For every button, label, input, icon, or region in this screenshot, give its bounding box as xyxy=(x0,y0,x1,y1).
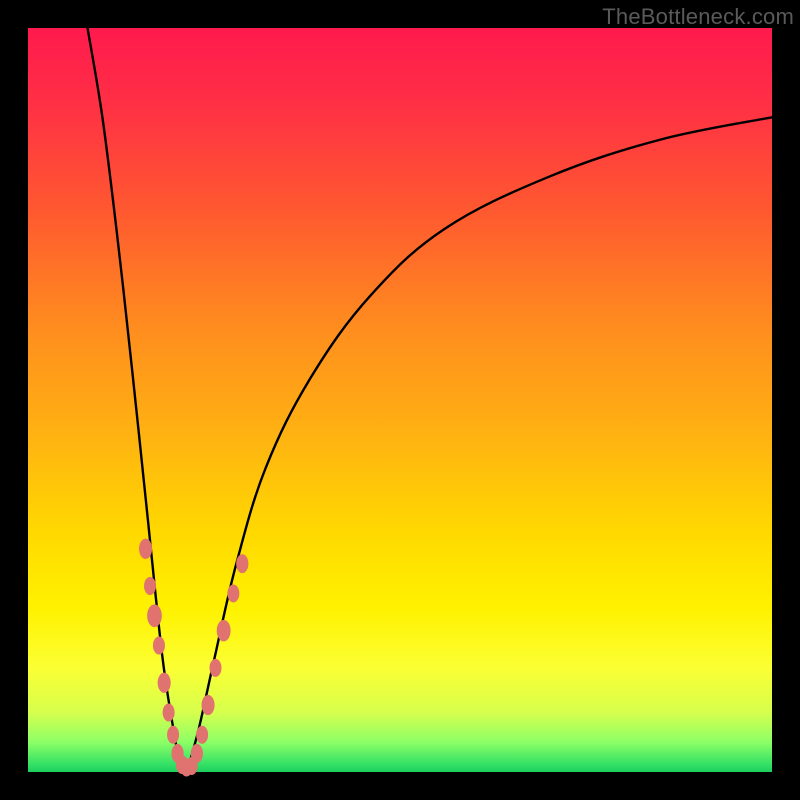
data-marker xyxy=(144,577,156,595)
chart-frame: TheBottleneck.com xyxy=(0,0,800,800)
data-marker xyxy=(163,703,175,721)
data-marker xyxy=(139,539,152,559)
data-marker xyxy=(167,726,179,744)
data-marker xyxy=(236,554,248,573)
data-marker xyxy=(196,726,208,744)
data-marker xyxy=(217,620,231,642)
watermark-text: TheBottleneck.com xyxy=(602,4,794,30)
data-marker xyxy=(147,604,162,627)
markers-group xyxy=(139,539,248,777)
curve-svg xyxy=(28,28,772,772)
data-marker xyxy=(227,584,239,602)
plot-area xyxy=(28,28,772,772)
data-marker xyxy=(209,659,221,677)
curve-right-arm xyxy=(188,117,772,768)
data-marker xyxy=(153,637,165,655)
curve-left-arm xyxy=(88,28,181,768)
data-marker xyxy=(191,744,203,763)
data-marker xyxy=(158,673,171,693)
data-marker xyxy=(202,695,215,715)
